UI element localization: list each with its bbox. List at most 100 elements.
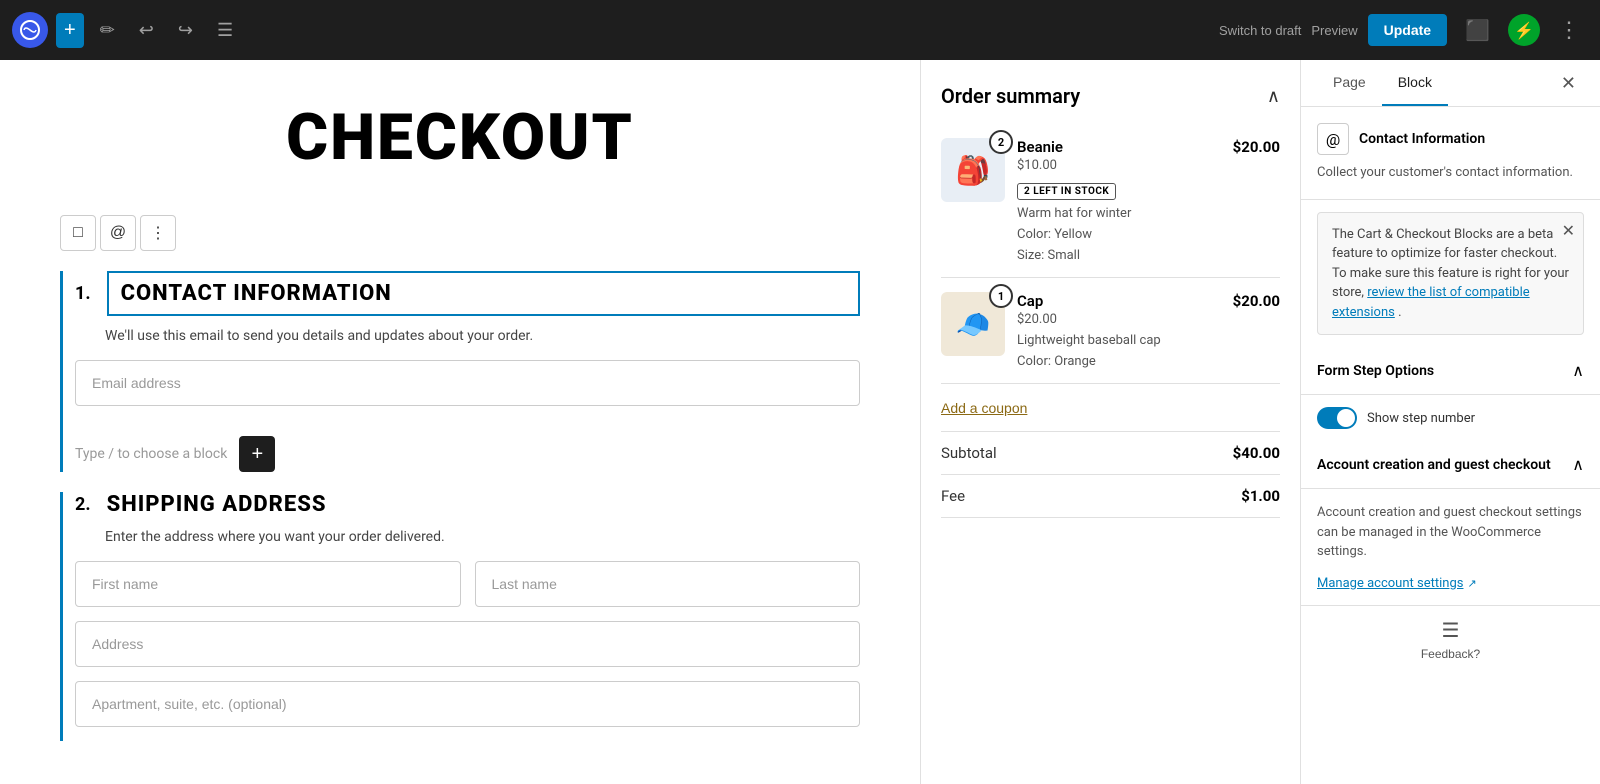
contact-section-number: 1. xyxy=(75,283,91,304)
switch-to-draft-button[interactable]: Switch to draft xyxy=(1219,23,1301,38)
apt-input[interactable] xyxy=(75,681,860,727)
contact-info-panel-desc: Collect your customer's contact informat… xyxy=(1317,163,1584,183)
layout-icon-button[interactable]: □ xyxy=(60,215,96,251)
at-icon-button[interactable]: @ xyxy=(100,215,136,251)
product-total-price: $20.00 xyxy=(1233,138,1280,263)
redo-button[interactable]: ↪ xyxy=(170,14,201,47)
beta-notice: ✕ The Cart & Checkout Blocks are a beta … xyxy=(1317,212,1584,336)
first-name-input[interactable] xyxy=(75,561,461,607)
order-summary-title: Order summary xyxy=(941,84,1080,108)
product-detail1-cap: Color: Orange xyxy=(1017,354,1221,369)
product-description: Warm hat for winter xyxy=(1017,206,1221,221)
block-toolbar: □ @ ⋮ xyxy=(60,215,860,251)
panel-tabs: Page Block ✕ xyxy=(1301,60,1600,107)
form-step-options-header[interactable]: Form Step Options ∧ xyxy=(1301,347,1600,395)
shipping-section-header: 2. SHIPPING ADDRESS xyxy=(75,492,860,517)
contact-section-desc: We'll use this email to send you details… xyxy=(105,328,860,344)
contact-section-header: 1. CONTACT INFORMATION xyxy=(75,271,860,316)
update-button[interactable]: Update xyxy=(1368,14,1447,46)
feedback-button[interactable]: ☰ Feedback? xyxy=(1301,605,1600,673)
last-name-input[interactable] xyxy=(475,561,861,607)
contact-section: 1. CONTACT INFORMATION We'll use this em… xyxy=(60,271,860,472)
toolbar-right: Switch to draft Preview Update ⬛ ⚡ ⋮ xyxy=(1219,13,1588,47)
shipping-section-title: SHIPPING ADDRESS xyxy=(107,492,327,517)
order-summary-panel: Order summary ∧ 🎒 2 Beanie $10.00 2 LEFT… xyxy=(920,60,1300,784)
contact-info-panel-title: Contact Information xyxy=(1359,131,1485,147)
subtotal-row: Subtotal $40.00 xyxy=(941,432,1280,475)
preview-button[interactable]: Preview xyxy=(1311,23,1357,38)
fee-row: Fee $1.00 xyxy=(941,475,1280,518)
product-image-beanie: 🎒 2 xyxy=(941,138,1005,202)
form-step-options-title: Form Step Options xyxy=(1317,363,1434,379)
show-step-number-row: Show step number xyxy=(1301,395,1600,441)
product-detail1: Color: Yellow xyxy=(1017,227,1221,242)
contact-section-title[interactable]: CONTACT INFORMATION xyxy=(107,271,860,316)
shipping-section-desc: Enter the address where you want your or… xyxy=(105,529,860,545)
product-image-cap: 🧢 1 xyxy=(941,292,1005,356)
product-name: Beanie xyxy=(1017,138,1221,156)
subtotal-label: Subtotal xyxy=(941,444,997,462)
account-section-header[interactable]: Account creation and guest checkout ∧ xyxy=(1301,441,1600,489)
show-step-number-toggle[interactable] xyxy=(1317,407,1357,429)
contact-info-icon: @ xyxy=(1317,123,1349,155)
add-coupon-row: Add a coupon xyxy=(941,384,1280,432)
product-detail2: Size: Small xyxy=(1017,248,1221,263)
tab-page[interactable]: Page xyxy=(1317,60,1382,106)
notifications-icon[interactable]: ⚡ xyxy=(1508,14,1540,46)
shipping-section: 2. SHIPPING ADDRESS Enter the address wh… xyxy=(60,492,860,741)
email-input[interactable] xyxy=(75,360,860,406)
toolbar: + ✏ ↩ ↪ ☰ Switch to draft Preview Update… xyxy=(0,0,1600,60)
beanie-emoji: 🎒 xyxy=(956,154,991,187)
order-summary-toggle[interactable]: ∧ xyxy=(1267,86,1280,107)
product-unit-price: $10.00 xyxy=(1017,158,1221,173)
feedback-icon: ☰ xyxy=(1442,618,1460,643)
show-step-number-label: Show step number xyxy=(1367,411,1475,426)
more-icon-button[interactable]: ⋮ xyxy=(140,215,176,251)
undo-button[interactable]: ↩ xyxy=(131,14,162,47)
shipping-section-number: 2. xyxy=(75,494,91,515)
beta-notice-suffix: . xyxy=(1398,305,1401,320)
product-item-beanie: 🎒 2 Beanie $10.00 2 LEFT IN STOCK Warm h… xyxy=(941,124,1280,278)
stock-badge: 2 LEFT IN STOCK xyxy=(1017,183,1116,200)
external-link-icon: ↗ xyxy=(1467,577,1476,590)
page-title: CHECKOUT xyxy=(60,100,860,175)
product-info-beanie: Beanie $10.00 2 LEFT IN STOCK Warm hat f… xyxy=(1017,138,1221,263)
product-info-cap: Cap $20.00 Lightweight baseball cap Colo… xyxy=(1017,292,1221,369)
edit-mode-button[interactable]: ✏ xyxy=(92,14,123,47)
document-overview-button[interactable]: ☰ xyxy=(209,14,241,47)
account-section-desc: Account creation and guest checkout sett… xyxy=(1317,503,1584,562)
contact-info-panel-section: @ Contact Information Collect your custo… xyxy=(1301,107,1600,200)
product-quantity-badge-cap: 1 xyxy=(989,284,1013,308)
product-name-cap: Cap xyxy=(1017,292,1221,310)
fee-label: Fee xyxy=(941,487,965,505)
cap-emoji: 🧢 xyxy=(956,308,991,341)
view-toggle-button[interactable]: ⬛ xyxy=(1457,14,1498,47)
tab-block[interactable]: Block xyxy=(1382,60,1448,106)
add-block-hint: Type / to choose a block xyxy=(75,446,227,462)
feedback-label: Feedback? xyxy=(1421,647,1480,661)
contact-info-header: @ Contact Information xyxy=(1317,123,1584,155)
beta-notice-close-button[interactable]: ✕ xyxy=(1562,221,1575,241)
add-block-row: Type / to choose a block + xyxy=(75,436,860,472)
main-layout: CHECKOUT □ @ ⋮ 1. CONTACT INFORMATION We… xyxy=(0,60,1600,784)
wp-logo-icon[interactable] xyxy=(12,12,48,48)
account-section-body: Account creation and guest checkout sett… xyxy=(1301,489,1600,605)
product-total-price-cap: $20.00 xyxy=(1233,292,1280,369)
address-input[interactable] xyxy=(75,621,860,667)
account-section-title: Account creation and guest checkout xyxy=(1317,457,1551,473)
panel-close-button[interactable]: ✕ xyxy=(1553,60,1584,106)
product-unit-price-cap: $20.00 xyxy=(1017,312,1221,327)
product-quantity-badge: 2 xyxy=(989,130,1013,154)
block-settings-panel: Page Block ✕ @ Contact Information Colle… xyxy=(1300,60,1600,784)
name-row xyxy=(75,561,860,607)
add-block-button[interactable]: + xyxy=(56,13,84,48)
manage-account-settings-link[interactable]: Manage account settings xyxy=(1317,576,1463,591)
add-block-plus-button[interactable]: + xyxy=(239,436,275,472)
options-button[interactable]: ⋮ xyxy=(1550,13,1588,47)
add-coupon-button[interactable]: Add a coupon xyxy=(941,400,1027,416)
fee-amount: $1.00 xyxy=(1241,487,1280,505)
order-summary-header: Order summary ∧ xyxy=(941,84,1280,108)
subtotal-amount: $40.00 xyxy=(1233,444,1280,462)
form-step-options-chevron-icon: ∧ xyxy=(1572,361,1584,380)
editor-area: CHECKOUT □ @ ⋮ 1. CONTACT INFORMATION We… xyxy=(0,60,920,784)
